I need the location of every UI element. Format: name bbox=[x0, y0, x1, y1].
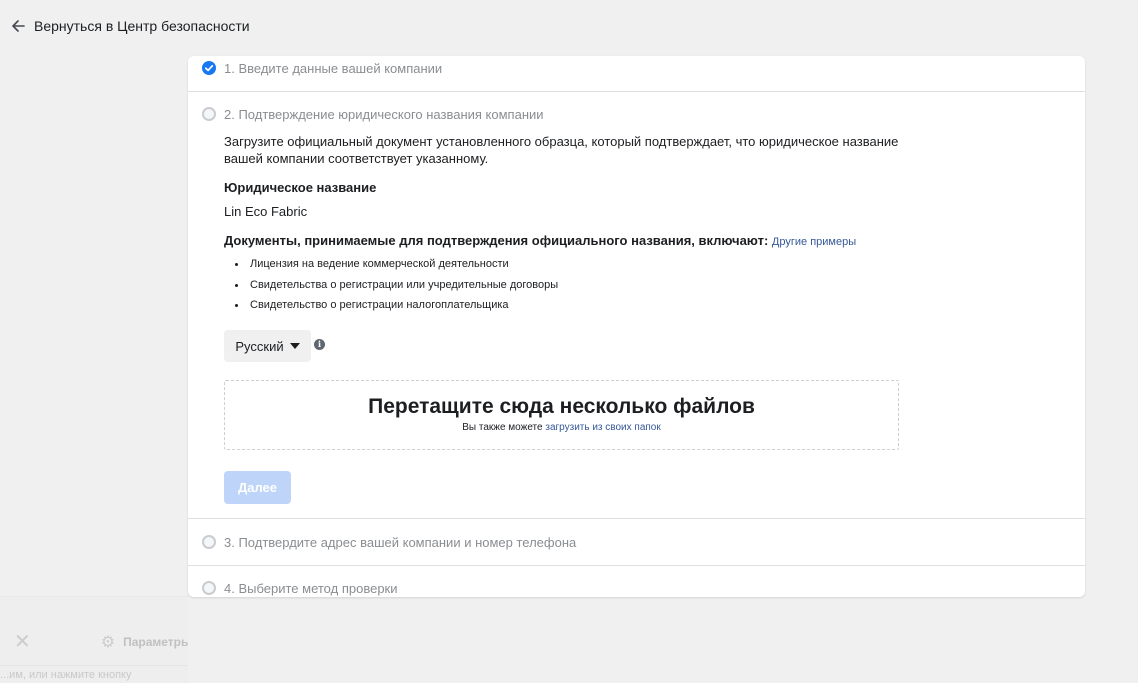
step-2-header[interactable]: 2. Подтверждение юридического названия к… bbox=[188, 101, 1085, 127]
step-4-label: 4. Выберите метод проверки bbox=[224, 580, 398, 596]
background-window-remnant: ✕ ⚙ Параметры ...им, или нажмите кнопку bbox=[0, 596, 188, 683]
info-icon[interactable]: i bbox=[314, 339, 325, 350]
file-dropzone[interactable]: Перетащите сюда несколько файлов Вы такж… bbox=[224, 380, 899, 450]
step-4-header[interactable]: 4. Выберите метод проверки bbox=[188, 575, 1085, 597]
dropzone-subtitle: Вы также можете загрузить из своих папок bbox=[225, 422, 898, 433]
more-examples-link[interactable]: Другие примеры bbox=[772, 236, 856, 248]
step-3-radio bbox=[202, 535, 216, 549]
upload-from-folders-link[interactable]: загрузить из своих папок bbox=[545, 422, 660, 433]
accepted-documents-list: Лицензия на ведение коммерческой деятель… bbox=[224, 256, 558, 318]
upload-instructions: Загрузите официальный документ установле… bbox=[224, 134, 899, 166]
caret-down-icon bbox=[289, 343, 300, 349]
dropzone-subtitle-prefix: Вы также можете bbox=[462, 422, 546, 433]
step-4-radio bbox=[202, 581, 216, 595]
step-3-header[interactable]: 3. Подтвердите адрес вашей компании и но… bbox=[188, 529, 1085, 555]
list-item: Свидетельство о регистрации налогоплател… bbox=[224, 297, 558, 318]
dropzone-title: Перетащите сюда несколько файлов bbox=[368, 395, 755, 418]
step-1-label: 1. Введите данные вашей компании bbox=[224, 60, 443, 76]
step-3-label: 3. Подтвердите адрес вашей компании и но… bbox=[224, 534, 577, 550]
list-item: Лицензия на ведение коммерческой деятель… bbox=[224, 256, 558, 277]
step-1-header[interactable]: 1. Введите данные вашей компании bbox=[188, 56, 1085, 81]
background-hint: ...им, или нажмите кнопку bbox=[0, 665, 188, 681]
accepted-documents-text: Документы, принимаемые для подтверждения… bbox=[224, 233, 769, 248]
background-toolbar: ✕ ⚙ Параметры bbox=[0, 629, 188, 654]
next-button[interactable]: Далее bbox=[224, 471, 291, 504]
gear-icon: ⚙ bbox=[100, 633, 116, 651]
arrow-left-icon bbox=[12, 20, 25, 32]
legal-name-value: Lin Eco Fabric bbox=[224, 204, 308, 219]
accepted-documents-label: Документы, принимаемые для подтверждения… bbox=[224, 233, 856, 248]
divider bbox=[188, 91, 1085, 92]
verification-steps-card: 1. Введите данные вашей компании 2. Подт… bbox=[188, 56, 1085, 597]
back-link-label: Вернуться в Центр безопасности bbox=[34, 18, 250, 34]
divider bbox=[188, 518, 1085, 519]
language-select-value: Русский bbox=[235, 338, 284, 354]
legal-name-label: Юридическое название bbox=[224, 180, 377, 195]
divider bbox=[188, 565, 1085, 566]
close-icon: ✕ bbox=[14, 631, 31, 653]
language-select[interactable]: Русский bbox=[224, 330, 311, 362]
back-to-security-center-link[interactable]: Вернуться в Центр безопасности bbox=[12, 18, 250, 34]
check-circle-icon bbox=[202, 61, 216, 75]
list-item: Свидетельства о регистрации или учредите… bbox=[224, 277, 558, 298]
step-2-label: 2. Подтверждение юридического названия к… bbox=[224, 106, 544, 122]
step-2-radio bbox=[202, 107, 216, 121]
params-label: Параметры bbox=[123, 634, 188, 649]
